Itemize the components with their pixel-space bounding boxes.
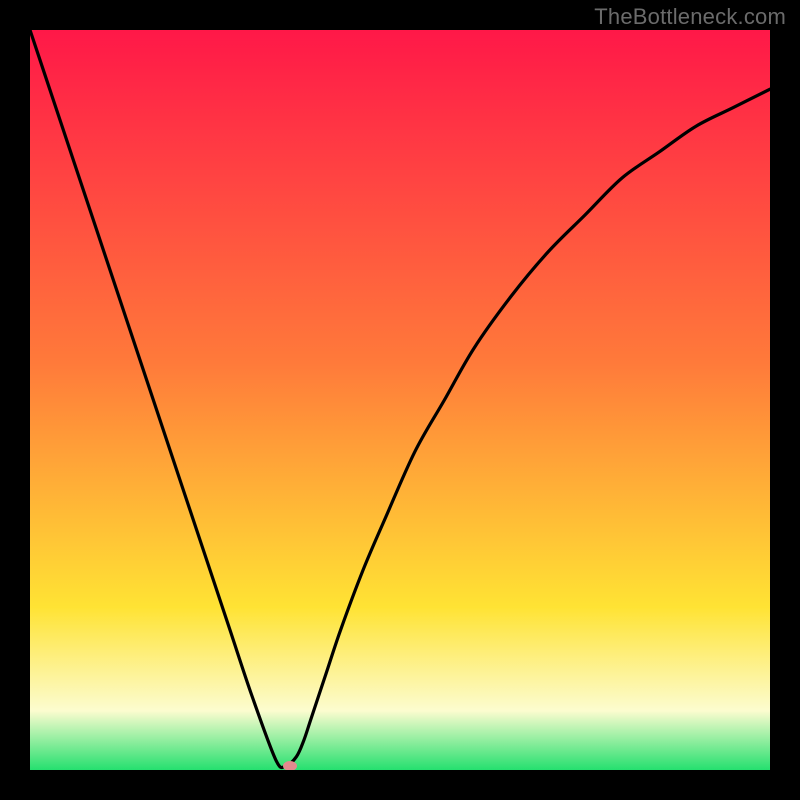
chart-frame: TheBottleneck.com <box>0 0 800 800</box>
watermark-text: TheBottleneck.com <box>594 4 786 30</box>
minimum-marker <box>283 761 297 770</box>
plot-area <box>30 30 770 770</box>
bottleneck-curve <box>30 30 770 770</box>
